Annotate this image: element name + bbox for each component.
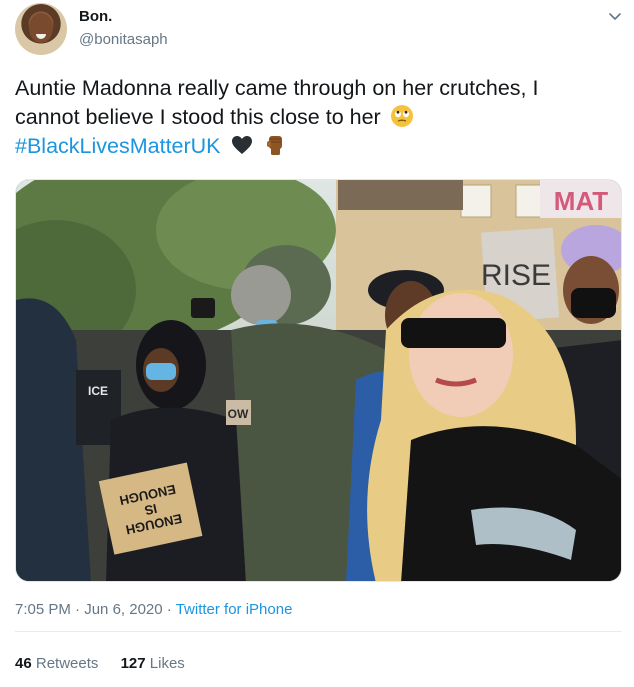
- sign-mat: MAT: [554, 186, 609, 216]
- divider: [15, 631, 622, 632]
- tweet-line-1: Auntie Madonna really came through on he…: [15, 76, 539, 100]
- avatar[interactable]: [15, 3, 67, 55]
- tweet-stats: 46 Retweets 127 Likes: [15, 655, 203, 672]
- hashtag-link[interactable]: #BlackLivesMatterUK: [15, 134, 221, 158]
- retweets-count: 46: [15, 655, 32, 672]
- meta-separator: ·: [70, 601, 85, 618]
- black-heart-emoji-icon: [231, 136, 252, 154]
- tweet-text: Auntie Madonna really came through on he…: [15, 74, 625, 161]
- sign-ice: ICE: [88, 384, 108, 398]
- sign-ow: OW: [228, 407, 249, 421]
- tweet-photo[interactable]: MAT RISE ICE ENOUGHISENOUGH OW: [15, 179, 622, 582]
- likes-label: Likes: [149, 655, 185, 672]
- tweet-date[interactable]: Jun 6, 2020: [84, 601, 162, 618]
- tweet-line-2: cannot believe I stood this close to her: [15, 105, 381, 129]
- rolling-eyes-emoji-icon: [390, 105, 413, 127]
- user-handle[interactable]: @bonitasaph: [79, 31, 168, 48]
- retweets-label: Retweets: [35, 655, 99, 672]
- likes-count: 127: [120, 655, 146, 672]
- sign-rise: RISE: [481, 259, 551, 292]
- tweet-source-link[interactable]: Twitter for iPhone: [176, 601, 293, 618]
- chevron-down-icon[interactable]: [608, 12, 622, 22]
- tweet-time[interactable]: 7:05 PM: [15, 601, 71, 618]
- retweets-stat[interactable]: 46 Retweets: [15, 655, 98, 672]
- likes-stat[interactable]: 127 Likes: [121, 655, 185, 672]
- display-name[interactable]: Bon.: [79, 8, 112, 25]
- meta-separator: ·: [162, 601, 176, 618]
- tweet-metadata: 7:05 PM · Jun 6, 2020 · Twitter for iPho…: [15, 601, 292, 618]
- raised-fist-emoji-icon: [266, 136, 282, 155]
